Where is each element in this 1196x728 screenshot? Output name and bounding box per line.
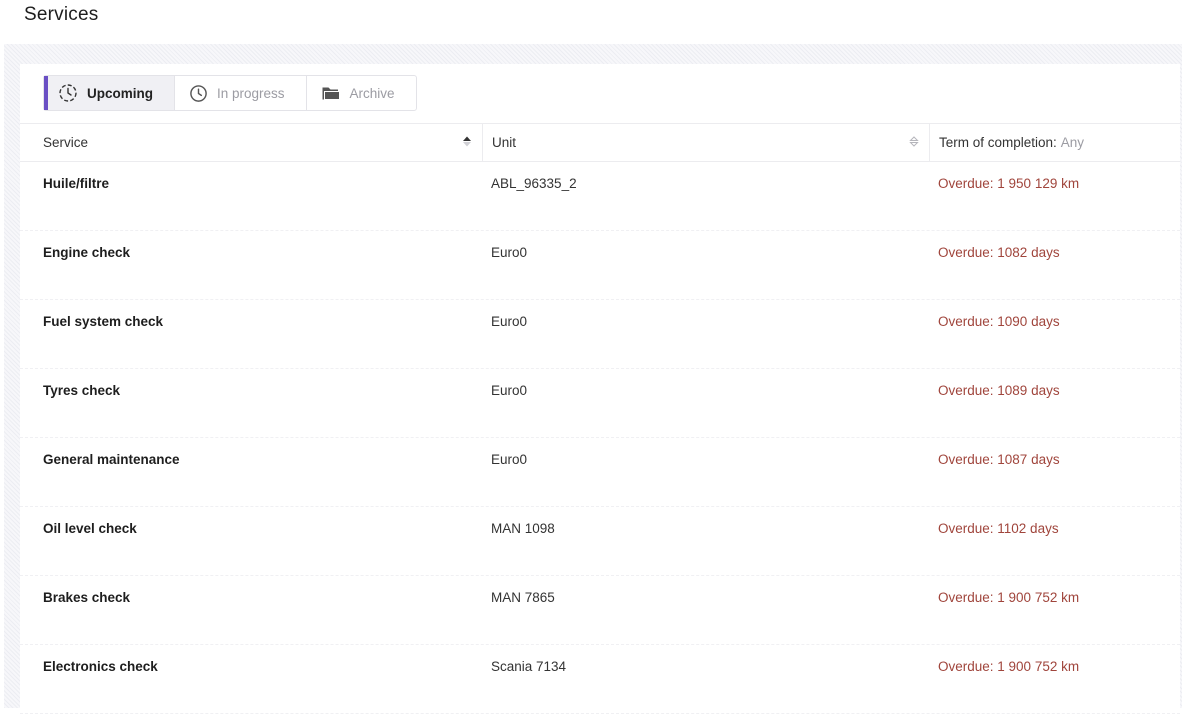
term-status: Overdue: 1 900 752 km — [938, 659, 1080, 674]
service-name: Tyres check — [43, 383, 121, 398]
service-name: Electronics check — [43, 659, 158, 674]
unit-name: Scania 7134 — [491, 659, 567, 674]
column-header-service[interactable]: Service — [20, 123, 482, 162]
term-status: Overdue: 1102 days — [938, 521, 1059, 536]
tab-archive[interactable]: Archive — [307, 76, 416, 110]
term-status: Overdue: 1 900 752 km — [938, 590, 1080, 605]
term-status: Overdue: 1 950 129 km — [938, 176, 1080, 191]
sort-icon[interactable] — [909, 135, 919, 150]
table-row[interactable]: Electronics check Scania 7134 Overdue: 1… — [20, 645, 1180, 714]
column-header-unit[interactable]: Unit — [482, 123, 929, 162]
tab-upcoming[interactable]: Upcoming — [44, 76, 175, 110]
table-row[interactable]: General maintenance Euro0 Overdue: 1087 … — [20, 438, 1180, 507]
clock-icon — [189, 84, 208, 103]
term-status: Overdue: 1082 days — [938, 245, 1060, 260]
table-header: Service Unit Term of completion: Any — [20, 123, 1180, 162]
sort-asc-icon[interactable] — [462, 135, 472, 150]
folder-icon — [321, 84, 341, 102]
unit-name: Euro0 — [491, 314, 528, 329]
service-name: Huile/filtre — [43, 176, 110, 191]
table-row[interactable]: Oil level check MAN 1098 Overdue: 1102 d… — [20, 507, 1180, 576]
term-status: Overdue: 1089 days — [938, 383, 1060, 398]
unit-name: Euro0 — [491, 245, 528, 260]
table-row[interactable]: Brakes check MAN 7865 Overdue: 1 900 752… — [20, 576, 1180, 645]
term-filter-value[interactable]: Any — [1061, 135, 1084, 150]
service-name: Oil level check — [43, 521, 137, 536]
unit-name: ABL_96335_2 — [491, 176, 577, 191]
service-name: General maintenance — [43, 452, 180, 467]
tab-label: Upcoming — [87, 85, 153, 101]
table-row[interactable]: Fuel system check Euro0 Overdue: 1090 da… — [20, 300, 1180, 369]
table-row[interactable]: Engine check Euro0 Overdue: 1082 days — [20, 231, 1180, 300]
unit-name: Euro0 — [491, 452, 528, 467]
service-name: Brakes check — [43, 590, 131, 605]
unit-name: Euro0 — [491, 383, 528, 398]
tab-label: Archive — [349, 85, 395, 101]
tab-label: In progress — [217, 85, 285, 101]
table-body: Huile/filtre ABL_96335_2 Overdue: 1 950 … — [20, 162, 1180, 714]
services-table: Service Unit Term of completion: Any Hui… — [20, 123, 1180, 714]
tab-in-progress[interactable]: In progress — [175, 76, 307, 110]
clock-dashed-icon — [58, 83, 78, 103]
unit-name: MAN 1098 — [491, 521, 555, 536]
table-row[interactable]: Huile/filtre ABL_96335_2 Overdue: 1 950 … — [20, 162, 1180, 231]
service-name: Fuel system check — [43, 314, 164, 329]
services-panel: Upcoming In progress Archive Service Uni… — [20, 64, 1180, 714]
column-header-term[interactable]: Term of completion: Any — [929, 123, 1180, 162]
term-status: Overdue: 1087 days — [938, 452, 1060, 467]
unit-name: MAN 7865 — [491, 590, 555, 605]
service-name: Engine check — [43, 245, 131, 260]
table-row[interactable]: Tyres check Euro0 Overdue: 1089 days — [20, 369, 1180, 438]
tab-bar: Upcoming In progress Archive — [43, 75, 417, 111]
term-status: Overdue: 1090 days — [938, 314, 1060, 329]
page-title: Services — [24, 4, 99, 25]
